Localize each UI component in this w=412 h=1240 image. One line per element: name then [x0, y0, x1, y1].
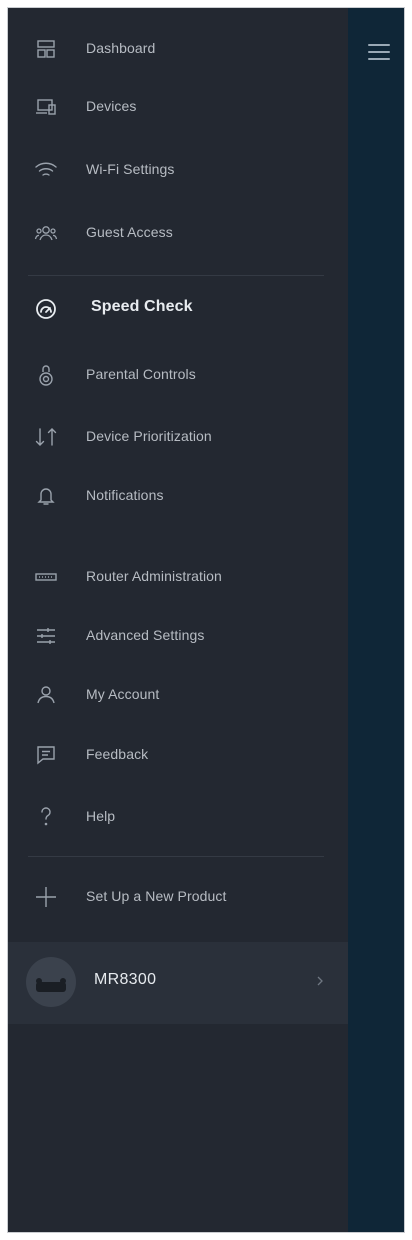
- router-row[interactable]: MR8300: [8, 942, 348, 1024]
- hamburger-menu-icon[interactable]: [360, 36, 396, 66]
- dashboard-icon: [34, 37, 58, 61]
- nav-item-my-account[interactable]: My Account: [8, 675, 338, 715]
- speedometer-icon: [34, 297, 58, 321]
- feedback-icon: [34, 743, 58, 767]
- nav-label-devices: Devices: [86, 98, 137, 114]
- guest-access-icon: [34, 221, 58, 245]
- nav-label-parental-controls: Parental Controls: [86, 366, 196, 382]
- nav-label-guest-access: Guest Access: [86, 224, 173, 240]
- router-device-icon: [36, 978, 66, 992]
- parental-lock-icon: [34, 363, 58, 387]
- nav-item-advanced-settings[interactable]: Advanced Settings: [8, 616, 338, 656]
- divider: [28, 856, 324, 857]
- nav-label-notifications: Notifications: [86, 487, 164, 503]
- nav-label-help: Help: [86, 808, 116, 824]
- plus-icon: [34, 885, 58, 909]
- nav-item-notifications[interactable]: Notifications: [8, 476, 338, 516]
- nav-label-feedback: Feedback: [86, 746, 149, 762]
- router-avatar: [26, 957, 76, 1007]
- nav-label-speed-check: Speed Check: [91, 298, 193, 315]
- sliders-icon: [34, 624, 58, 648]
- wifi-icon: [34, 158, 58, 182]
- navigation-drawer: Dashboard Devices Wi-Fi Settings Guest A…: [8, 8, 348, 1232]
- divider: [28, 275, 324, 276]
- nav-label-router-administration: Router Administration: [86, 568, 222, 584]
- nav-item-set-up-new-product[interactable]: Set Up a New Product: [8, 877, 338, 917]
- chevron-right-icon: [313, 971, 327, 991]
- devices-icon: [34, 95, 58, 119]
- priority-arrows-icon: [34, 425, 58, 449]
- nav-label-advanced-settings: Advanced Settings: [86, 627, 205, 643]
- nav-label-my-account: My Account: [86, 686, 160, 702]
- bell-icon: [34, 484, 58, 508]
- nav-item-device-prioritization[interactable]: Device Prioritization: [8, 417, 338, 457]
- nav-item-dashboard[interactable]: Dashboard: [8, 29, 338, 69]
- content-pane: [348, 8, 404, 1232]
- nav-item-feedback[interactable]: Feedback: [8, 735, 338, 775]
- nav-item-wifi-settings[interactable]: Wi-Fi Settings: [8, 150, 338, 190]
- nav-label-wifi-settings: Wi-Fi Settings: [86, 161, 175, 177]
- nav-item-parental-controls[interactable]: Parental Controls: [8, 355, 338, 395]
- nav-item-devices[interactable]: Devices: [8, 87, 338, 127]
- question-icon: [34, 805, 58, 829]
- nav-item-speed-check[interactable]: Speed Check: [8, 289, 338, 329]
- router-name: MR8300: [94, 971, 157, 988]
- app-frame: Dashboard Devices Wi-Fi Settings Guest A…: [7, 7, 405, 1233]
- nav-label-dashboard: Dashboard: [86, 40, 156, 56]
- nav-label-set-up-new-product: Set Up a New Product: [86, 888, 227, 904]
- person-icon: [34, 683, 58, 707]
- router-icon: [34, 565, 58, 589]
- nav-item-router-administration[interactable]: Router Administration: [8, 557, 338, 597]
- nav-item-help[interactable]: Help: [8, 797, 338, 837]
- nav-item-guest-access[interactable]: Guest Access: [8, 213, 338, 253]
- nav-label-device-prioritization: Device Prioritization: [86, 428, 212, 444]
